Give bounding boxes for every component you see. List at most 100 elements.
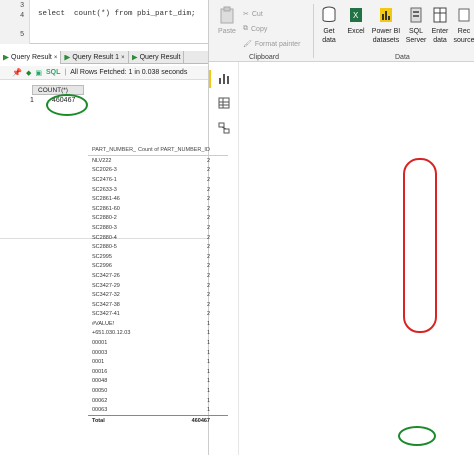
tab-label: Query Result 1 (72, 54, 120, 61)
part-number-cell: 00016 (92, 368, 108, 375)
table-row[interactable]: 0001 1 (88, 357, 228, 367)
data-group-label: Data (395, 54, 410, 61)
refresh-icon[interactable]: ◆ (26, 69, 31, 77)
table-row[interactable]: +651.030.12.03 1 (88, 329, 228, 339)
table-row[interactable]: 00003 1 (88, 348, 228, 358)
table-row[interactable]: SC3427-29 2 (88, 281, 228, 291)
power-bi-datasets-button[interactable]: Power BI datasets (369, 6, 403, 45)
enter-data-button[interactable]: Enter data (429, 6, 451, 45)
part-number-cell: SC3427-41 (92, 311, 120, 318)
column-header-count[interactable]: Count of PART_NUMBER_ID (136, 147, 214, 153)
table-row[interactable]: SC2880-2 2 (88, 214, 228, 224)
table-row[interactable]: SC2996 2 (88, 262, 228, 272)
table-row[interactable]: SC2880-5 2 (88, 242, 228, 252)
table-visual[interactable]: PART_NUMBER_ID Count of PART_NUMBER_ID N… (88, 145, 228, 426)
table-row[interactable]: SC2880-3 2 (88, 223, 228, 233)
data-view-icon[interactable] (218, 97, 230, 109)
table-row[interactable]: SC2995 2 (88, 252, 228, 262)
table-row[interactable]: SC3427-26 2 (88, 271, 228, 281)
table-row[interactable]: SC2861-60 2 (88, 204, 228, 214)
pin-icon[interactable]: 📌 (12, 68, 22, 77)
format-painter-button[interactable]: 🖌 Format painter (243, 40, 300, 49)
table-row[interactable]: SC2861-46 2 (88, 194, 228, 204)
sql-code-line[interactable]: select count(*) from pbi_part_dim; (38, 10, 196, 18)
part-number-cell: SC2633-3 (92, 186, 117, 193)
table-row[interactable]: 00048 1 (88, 377, 228, 387)
count-cell: 2 (206, 292, 210, 299)
part-number-cell: 00003 (92, 349, 108, 356)
table-header: PART_NUMBER_ID Count of PART_NUMBER_ID (88, 145, 228, 156)
close-icon[interactable]: × (121, 55, 125, 61)
part-number-cell: SC2996 (92, 263, 112, 270)
export-icon[interactable]: ▣ (35, 69, 42, 77)
result-tabs: Query Result × Query Result 1 × Query Re… (0, 51, 208, 64)
part-number-cell: SC2861-46 (92, 196, 120, 203)
count-cell: 2 (206, 234, 210, 241)
sql-server-button[interactable]: SQL Server (405, 6, 427, 45)
count-cell: 2 (206, 253, 210, 260)
recent-sources-icon (458, 8, 470, 22)
table-row[interactable]: SC2476-1 2 (88, 175, 228, 185)
paste-button[interactable]: Paste (215, 6, 239, 36)
recent-sources-button[interactable]: Rec source (453, 6, 474, 45)
table-row[interactable]: SC2880-4 2 (88, 233, 228, 243)
copy-button[interactable]: ⧉ Copy (243, 25, 267, 33)
column-header-count[interactable]: COUNT(*) (32, 85, 84, 95)
column-header-part-number[interactable]: PART_NUMBER_ID (88, 147, 136, 153)
count-cell: 2 (206, 244, 210, 251)
part-number-cell: SC3427-26 (92, 272, 120, 279)
count-cell: 2 (206, 205, 210, 212)
table-row[interactable]: SC3427-38 2 (88, 300, 228, 310)
report-canvas (239, 62, 474, 455)
excel-button[interactable]: X Excel (345, 6, 367, 36)
table-row[interactable]: 00050 1 (88, 386, 228, 396)
total-label: Total (92, 418, 105, 425)
cut-button[interactable]: ✂ Cut (243, 10, 263, 19)
count-cell: 1 (206, 330, 210, 337)
table-row[interactable]: SC3427-41 2 (88, 310, 228, 320)
sql-button[interactable]: SQL (46, 69, 60, 76)
table-row[interactable]: SC2026-3 2 (88, 166, 228, 176)
count-cell: 2 (206, 263, 210, 270)
table-row[interactable]: SC3427-32 2 (88, 290, 228, 300)
table-row[interactable]: 00062 1 (88, 396, 228, 406)
close-icon[interactable]: × (54, 55, 58, 61)
count-cell: 2 (206, 186, 210, 193)
separator: | (64, 69, 67, 76)
table-row[interactable]: 00063 1 (88, 405, 228, 415)
table-icon (433, 7, 447, 23)
line-number-gutter: 3 4 5 (0, 0, 30, 44)
part-number-cell: SC2026-3 (92, 167, 117, 174)
count-cell: 1 (206, 378, 210, 385)
model-view-icon[interactable] (218, 122, 230, 134)
count-cell: 2 (206, 157, 210, 164)
table-row[interactable]: SC2633-3 2 (88, 185, 228, 195)
part-number-cell: SC2880-5 (92, 244, 117, 251)
table-body: NLV222 2 SC2026-3 2 SC2476-1 2 SC2633-3 2 SC2861… (88, 156, 228, 415)
recent-sources-label: Rec source (453, 28, 474, 44)
table-row[interactable]: 00001 1 (88, 338, 228, 348)
get-data-button[interactable]: Get data (317, 6, 341, 45)
sql-server-label: SQL Server (405, 28, 427, 44)
count-cell: 2 (206, 167, 210, 174)
tab-label: Query Result (11, 54, 52, 61)
tab-query-result-1[interactable]: Query Result 1 × (61, 51, 129, 64)
tab-query-result-2[interactable]: Query Result (129, 51, 185, 64)
result-toolbar: 📌 ◆ ▣ SQL | All Rows Fetched: 1 in 0.038… (0, 66, 208, 80)
count-cell: 1 (206, 320, 210, 327)
query-result-icon (131, 54, 138, 61)
count-cell: 2 (206, 224, 210, 231)
part-number-cell: +651.030.12.03 (92, 330, 131, 337)
report-view-icon[interactable] (218, 72, 230, 84)
table-row[interactable]: NLV222 2 (88, 156, 228, 166)
part-number-cell: 00048 (92, 378, 108, 385)
part-number-cell: 00063 (92, 407, 108, 414)
table-row[interactable]: 00016 1 (88, 367, 228, 377)
count-cell: 2 (206, 301, 210, 308)
tab-query-result[interactable]: Query Result × (0, 51, 62, 64)
table-row[interactable]: #VALUE! 1 (88, 319, 228, 329)
line-number: 3 (20, 2, 25, 10)
query-result-icon (3, 54, 9, 61)
tab-label: Query Result (139, 54, 181, 61)
sql-editor[interactable]: 3 4 5 select count(*) from pbi_part_dim; (0, 0, 208, 44)
